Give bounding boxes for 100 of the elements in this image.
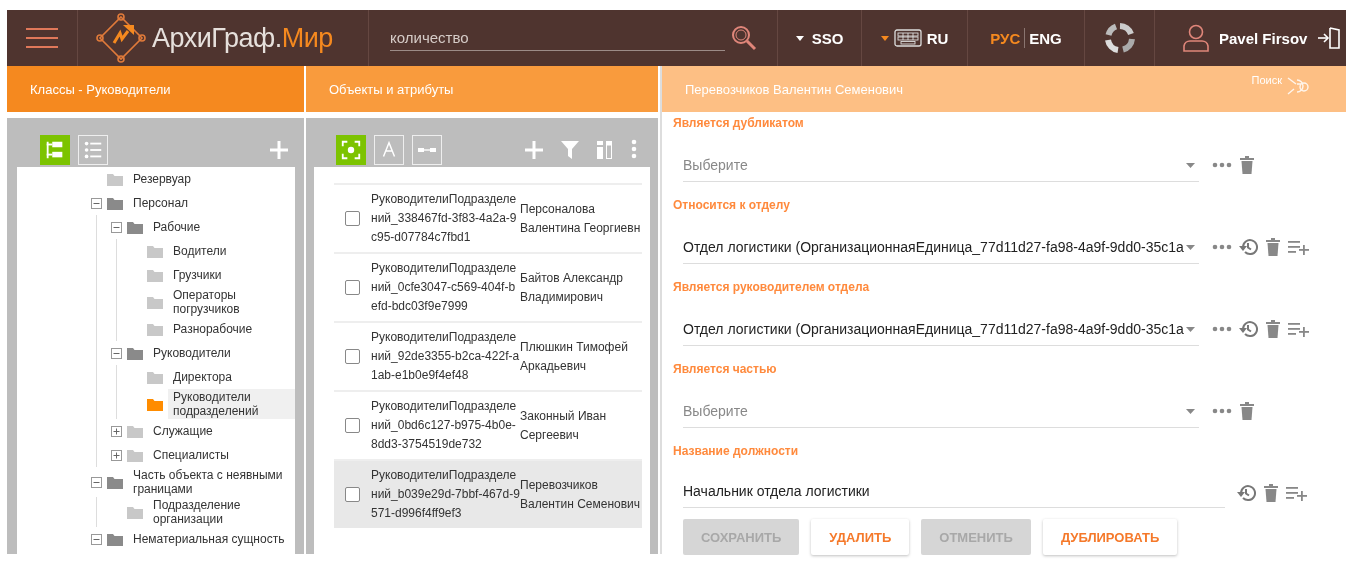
logo-icon — [96, 13, 146, 63]
trash-icon[interactable] — [1264, 483, 1278, 502]
field-label: Относится к отделу — [673, 198, 791, 214]
folder-icon — [107, 196, 123, 210]
tree-item[interactable]: Служащие — [148, 423, 219, 439]
table-cell-text: Перевозчиков Валентин Семенович — [520, 476, 642, 513]
add-to-list-icon[interactable] — [1286, 484, 1308, 501]
history-icon[interactable] — [1238, 236, 1258, 257]
collapse-icon[interactable] — [111, 347, 122, 359]
trash-icon[interactable] — [1240, 401, 1254, 420]
tree-item[interactable]: Руководители подразделений — [168, 389, 295, 419]
field-label: Является частью — [673, 362, 778, 378]
language-option[interactable]: ENG — [1029, 29, 1062, 47]
collapse-icon[interactable] — [91, 476, 102, 488]
filter-icon[interactable] — [561, 141, 579, 159]
search-field[interactable]: количество — [390, 25, 725, 51]
trash-icon[interactable] — [1240, 155, 1254, 174]
tree-item[interactable]: Операторы погрузчиков — [168, 287, 295, 317]
trash-icon[interactable] — [1266, 237, 1280, 256]
table-cell-text: Персоналова Валентина Георгиевн — [520, 200, 642, 237]
tree-item[interactable]: Часть объекта с неявными границами — [128, 467, 295, 497]
tree-item[interactable]: Резервуар — [128, 171, 197, 187]
folder-icon — [107, 475, 123, 489]
checkbox[interactable] — [345, 211, 360, 226]
tree-item[interactable]: Персонал — [128, 195, 195, 211]
user-icon — [1183, 24, 1209, 52]
target-icon — [340, 139, 362, 161]
search-icon[interactable] — [731, 25, 757, 51]
view-toggle-button[interactable] — [40, 135, 70, 165]
folder-icon — [127, 424, 143, 438]
table-cell-text: РуководителиПодразделений_338467fd-3f83-4a2a-9c95-d07784c7fbd1 — [371, 191, 518, 246]
panel-title: Объекты и атрибуты — [329, 81, 454, 97]
list-view-icon — [82, 139, 104, 161]
add-to-list-icon[interactable] — [1288, 238, 1310, 255]
checkbox[interactable] — [345, 418, 360, 433]
table-cell-text: РуководителиПодразделений_92de3355-b2ca-422f-a1ab-e1b0e9f4ef48 — [371, 329, 520, 384]
language-option[interactable]: РУС — [990, 29, 1021, 47]
history-icon[interactable] — [1238, 318, 1258, 339]
checkbox[interactable] — [345, 349, 360, 364]
field-label: Название должности — [673, 444, 800, 460]
more-vertical-icon[interactable] — [631, 139, 637, 159]
checkbox[interactable] — [345, 487, 360, 502]
history-icon[interactable] — [1236, 482, 1256, 503]
field-label: Является руководителем отдела — [673, 280, 871, 296]
menu-icon[interactable] — [26, 27, 58, 49]
more-icon[interactable] — [1212, 407, 1232, 414]
folder-icon — [107, 532, 123, 546]
folder-icon — [107, 172, 123, 186]
caret-icon — [1186, 408, 1195, 414]
expand-icon[interactable] — [111, 449, 122, 461]
more-icon[interactable] — [1212, 161, 1232, 168]
folder-icon — [147, 244, 163, 258]
tree-item[interactable]: Рабочие — [148, 219, 207, 235]
folder-icon — [127, 505, 143, 519]
sync-icon[interactable] — [1104, 23, 1135, 53]
tree-item[interactable]: Директора — [168, 369, 238, 385]
checkbox[interactable] — [345, 280, 360, 295]
caret-icon — [1186, 244, 1195, 250]
expand-icon[interactable] — [111, 425, 122, 437]
select-field[interactable]: Выберите — [683, 149, 1199, 182]
caret-icon — [1186, 326, 1195, 332]
panel-title: Классы - Руководители — [30, 81, 171, 97]
select-field[interactable]: Отдел логистики (ОрганизационнаяЕдиница_77d11d27-fa98-4a9f-9dd0-35c1a — [683, 231, 1199, 264]
connector-icon — [418, 148, 436, 152]
view-toggle-button[interactable] — [336, 135, 366, 165]
caret-icon — [880, 35, 889, 41]
more-icon[interactable] — [1212, 325, 1232, 332]
tree-item[interactable]: Руководители — [148, 345, 237, 361]
panel-title: Перевозчиков Валентин Семенович — [685, 81, 904, 97]
folder-icon — [147, 268, 163, 282]
collapse-icon[interactable] — [111, 221, 122, 233]
app-logo: АрхиГраф.Мир — [152, 22, 333, 54]
tree-item[interactable]: Разнорабочие — [168, 321, 259, 337]
keyboard-icon — [893, 29, 922, 47]
folder-icon — [127, 448, 143, 462]
table-cell-text: РуководителиПодразделений_0bd6c127-b975-4b0e-8dd3-3754519de732 — [371, 398, 518, 453]
select-field[interactable]: Выберите — [683, 395, 1199, 428]
collapse-icon[interactable] — [91, 533, 102, 545]
table-cell-text: РуководителиПодразделений_b039e29d-7bbf-467d-9571-d996f4ff9ef3 — [371, 467, 520, 522]
add-icon[interactable] — [270, 141, 288, 159]
add-icon[interactable] — [525, 141, 543, 159]
tree-item[interactable]: Водители — [168, 243, 233, 259]
more-icon[interactable] — [1212, 243, 1232, 250]
table-cell-text: Плюшкин Тимофей Аркадьевич — [520, 338, 629, 375]
tree-item[interactable]: Нематериальная сущность — [128, 531, 291, 547]
add-to-list-icon[interactable] — [1288, 320, 1310, 337]
columns-icon[interactable] — [597, 141, 613, 159]
folder-icon — [127, 220, 143, 234]
tree-item[interactable]: Специалисты — [148, 447, 235, 463]
tree-item[interactable]: Подразделение организации — [148, 497, 295, 527]
folder-icon — [127, 346, 143, 360]
collapse-icon[interactable] — [91, 197, 102, 209]
caret-icon — [795, 35, 804, 41]
logout-icon[interactable] — [1317, 26, 1342, 50]
table-cell-text: Законный Иван Сергеевич — [520, 407, 608, 444]
folder-icon — [147, 370, 163, 384]
tree-item[interactable]: Грузчики — [168, 267, 228, 283]
folder-icon — [147, 322, 163, 336]
trash-icon[interactable] — [1266, 319, 1280, 338]
select-field[interactable]: Отдел логистики (ОрганизационнаяЕдиница_77d11d27-fa98-4a9f-9dd0-35c1a — [683, 313, 1199, 346]
